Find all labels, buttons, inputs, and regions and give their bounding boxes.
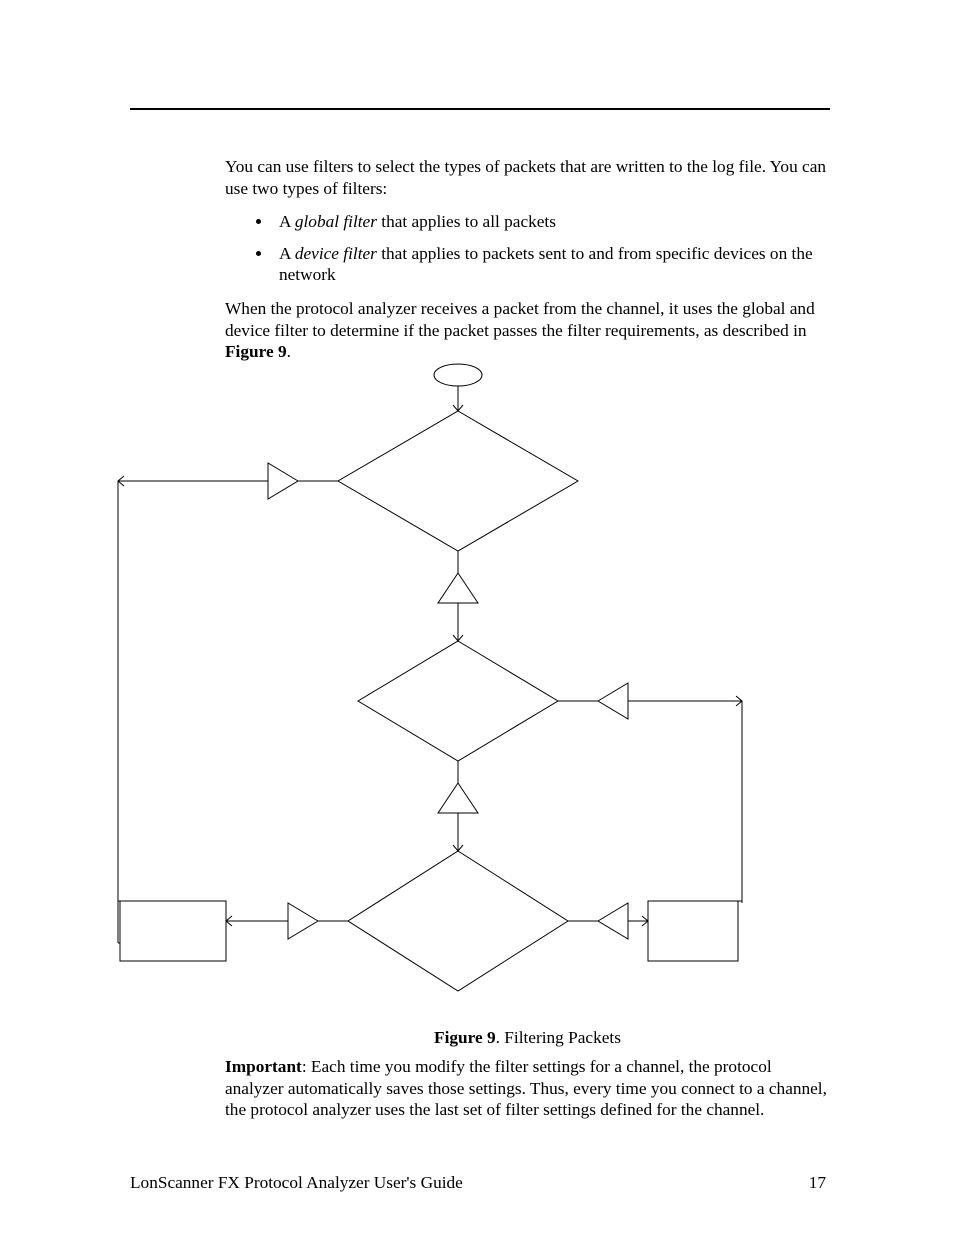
bullet-italic: global filter bbox=[295, 212, 377, 231]
page-number: 17 bbox=[809, 1173, 826, 1193]
description-paragraph: When the protocol analyzer receives a pa… bbox=[225, 298, 830, 363]
bullet-global-filter: A global filter that applies to all pack… bbox=[273, 211, 830, 233]
bullet-device-filter: A device filter that applies to packets … bbox=[273, 243, 830, 286]
figure-reference: Figure 9 bbox=[225, 342, 287, 361]
figure-caption: Figure 9. Filtering Packets bbox=[225, 1027, 830, 1049]
important-label: Important bbox=[225, 1057, 302, 1076]
intro-paragraph: You can use filters to select the types … bbox=[225, 156, 830, 199]
bullet-text: A bbox=[279, 212, 295, 231]
figure-number: Figure 9 bbox=[434, 1028, 496, 1047]
flowchart-figure bbox=[108, 363, 852, 1013]
footer-title: LonScanner FX Protocol Analyzer User's G… bbox=[130, 1173, 463, 1193]
paragraph-text: When the protocol analyzer receives a pa… bbox=[225, 299, 815, 340]
figure-title: . Filtering Packets bbox=[496, 1028, 621, 1047]
bullet-text: that applies to all packets bbox=[377, 212, 556, 231]
document-page: You can use filters to select the types … bbox=[0, 0, 954, 1235]
filter-types-list: A global filter that applies to all pack… bbox=[225, 209, 830, 296]
important-text: : Each time you modify the filter settin… bbox=[225, 1057, 827, 1119]
bullet-text: A bbox=[279, 244, 295, 263]
paragraph-text: . bbox=[287, 342, 291, 361]
header-rule bbox=[130, 108, 830, 110]
bullet-italic: device filter bbox=[295, 244, 377, 263]
important-note: Important: Each time you modify the filt… bbox=[225, 1056, 830, 1121]
